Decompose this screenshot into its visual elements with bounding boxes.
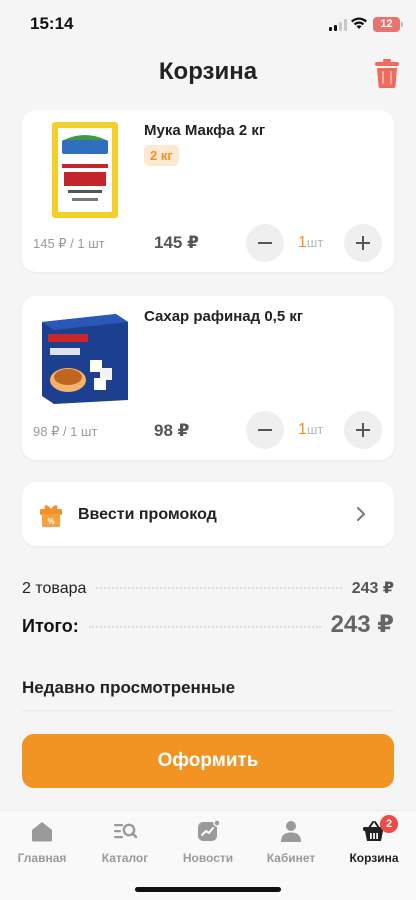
item-total-price: 98 ₽ [154, 421, 190, 440]
cart-item-sugar[interactable]: Сахар рафинад 0,5 кг 98 ₽ / 1 шт 98 ₽ 1ш… [22, 296, 394, 460]
quantity-decrease-button[interactable] [246, 411, 284, 449]
divider [22, 710, 394, 711]
trash-icon[interactable] [374, 58, 400, 88]
svg-text:%: % [47, 517, 54, 526]
promo-code-button[interactable]: % Ввести промокод [22, 482, 394, 546]
home-indicator [135, 887, 281, 892]
tab-catalog[interactable]: Каталог [85, 811, 165, 875]
recently-viewed-title: Недавно просмотренные [22, 678, 236, 697]
items-count-label: 2 товара [22, 580, 87, 597]
tab-cart[interactable]: 2 Корзина [334, 811, 414, 875]
tab-news[interactable]: Новости [168, 811, 248, 875]
dotted-leader [88, 626, 321, 628]
home-icon [32, 822, 52, 842]
total-summary-row: Итого: 243 ₽ [22, 610, 394, 639]
quantity-increase-button[interactable] [344, 411, 382, 449]
chevron-right-icon [357, 507, 365, 521]
tab-label: Каталог [101, 851, 149, 865]
items-summary-row: 2 товара 243 ₽ [22, 578, 394, 598]
product-image-flour[interactable] [38, 120, 132, 220]
quantity-value: 1шт [298, 421, 338, 439]
unit-price: 145 ₽ / 1 шт [33, 236, 105, 251]
quantity-number: 1 [298, 421, 307, 438]
product-image-sugar[interactable] [38, 304, 132, 404]
total-label: Итого: [22, 616, 79, 636]
tab-label: Кабинет [266, 851, 316, 865]
wifi-icon [351, 17, 367, 29]
product-name[interactable]: Сахар рафинад 0,5 кг [144, 308, 303, 325]
unit-price: 98 ₽ / 1 шт [33, 424, 98, 439]
cart-count-badge: 2 [380, 815, 398, 833]
quantity-unit: шт [306, 235, 324, 250]
news-chart-icon [198, 819, 220, 841]
cellular-signal-icon [329, 19, 347, 31]
quantity-increase-button[interactable] [344, 224, 382, 262]
tab-home[interactable]: Главная [2, 811, 82, 875]
tab-label: Новости [182, 851, 234, 865]
tab-profile[interactable]: Кабинет [251, 811, 331, 875]
gift-icon: % [40, 505, 62, 527]
status-bar: 15:14 12 [0, 0, 416, 48]
quantity-value: 1шт [298, 234, 338, 252]
profile-icon [281, 821, 301, 842]
tab-label: Корзина [349, 851, 399, 865]
dotted-leader [96, 587, 342, 589]
cart-item-flour[interactable]: Мука Макфа 2 кг 2 кг 145 ₽ / 1 шт 145 ₽ … [22, 110, 394, 272]
items-price: 243 ₽ [351, 580, 394, 597]
status-time: 15:14 [30, 14, 74, 33]
quantity-decrease-button[interactable] [246, 224, 284, 262]
page-title: Корзина [158, 58, 258, 85]
quantity-number: 1 [298, 234, 307, 251]
total-value: 243 ₽ [330, 611, 394, 638]
product-name[interactable]: Мука Макфа 2 кг [144, 122, 265, 139]
quantity-unit: шт [306, 422, 324, 437]
battery-icon: 12 [373, 17, 403, 32]
weight-badge[interactable]: 2 кг [144, 145, 179, 166]
catalog-search-icon [114, 823, 137, 839]
promo-label: Ввести промокод [78, 506, 217, 523]
checkout-button[interactable]: Оформить [22, 734, 394, 788]
tab-label: Главная [17, 851, 67, 865]
item-total-price: 145 ₽ [154, 233, 199, 252]
